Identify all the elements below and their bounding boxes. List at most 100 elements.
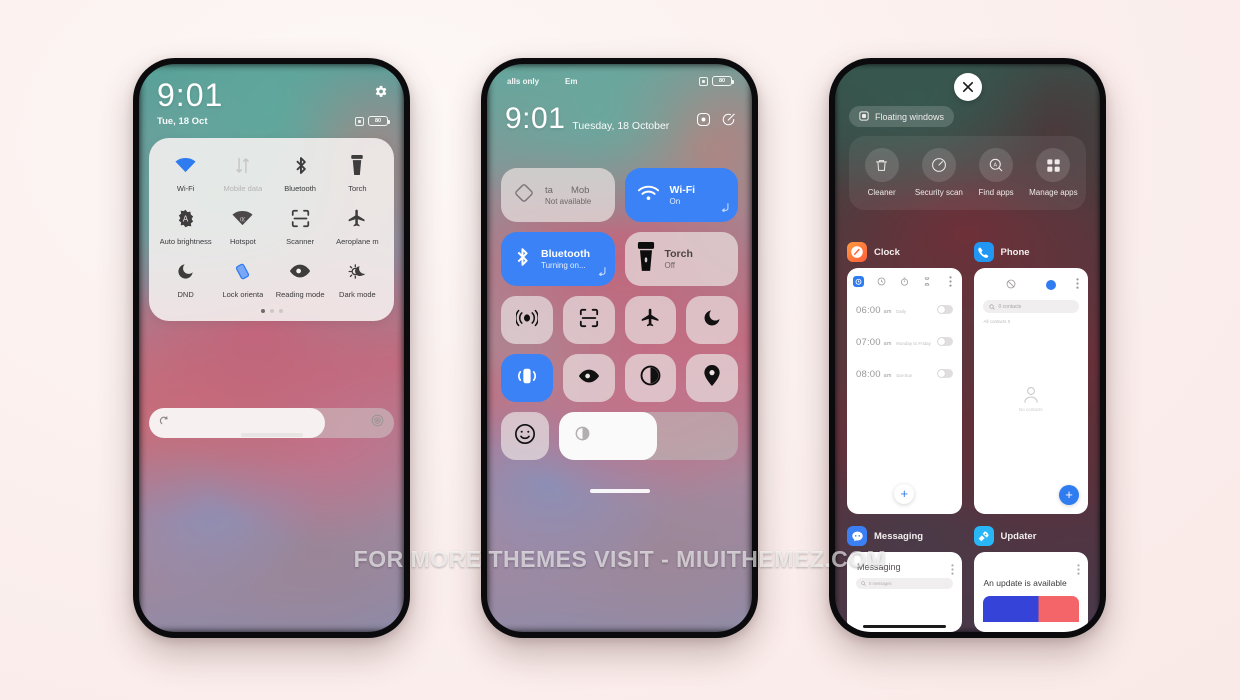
- panel-page-dots[interactable]: [157, 309, 386, 313]
- recent-card-updater[interactable]: Updater An update is available: [973, 526, 1089, 632]
- wifi-icon: [175, 152, 196, 178]
- settings-gear-icon[interactable]: [373, 84, 388, 104]
- brightness-contrast-icon: [575, 426, 590, 446]
- torch-tile[interactable]: Torch Off: [624, 232, 738, 286]
- shortcut-manage-apps[interactable]: Manage apps: [1025, 148, 1082, 198]
- toggle-dark-mode[interactable]: Dark mode: [329, 258, 386, 299]
- brightness-icon: [159, 414, 170, 432]
- sound-tile[interactable]: [501, 296, 553, 344]
- page-dot-3[interactable]: [278, 309, 283, 313]
- tab-contacts[interactable]: [1045, 280, 1056, 290]
- phone-tab-bar: [974, 268, 1089, 300]
- smiley-face-icon: [514, 423, 536, 450]
- floating-windows-chip[interactable]: Floating windows: [849, 106, 955, 127]
- recent-apps-list: Clock 06:00 am Daily 07:00 am Monday to …: [847, 242, 1088, 632]
- shortcut-security-scan[interactable]: Security scan: [910, 148, 967, 198]
- brightness-slider[interactable]: [559, 412, 738, 460]
- overflow-menu-icon[interactable]: [1077, 562, 1080, 580]
- location-tile[interactable]: [686, 354, 738, 402]
- messaging-search-input[interactable]: 0 messages: [856, 578, 953, 589]
- sound-waves-icon: [514, 309, 539, 332]
- alarm-toggle[interactable]: [936, 336, 953, 346]
- alarm-row[interactable]: 07:00 am Monday to Friday: [847, 325, 962, 357]
- tab-timer[interactable]: [922, 276, 933, 287]
- aeroplane-mode-icon: [347, 205, 367, 231]
- close-all-button[interactable]: [953, 73, 982, 101]
- wifi-tile[interactable]: Wi-Fi On: [624, 168, 738, 222]
- user-profile-icon[interactable]: [696, 112, 711, 132]
- add-contact-button[interactable]: +: [1059, 485, 1079, 505]
- toggle-label: Torch: [348, 184, 367, 193]
- mobile-data-icon: [234, 152, 251, 178]
- tile-subtitle: Off: [664, 261, 676, 270]
- aeroplane-tile[interactable]: [624, 296, 677, 344]
- alarm-toggle[interactable]: [936, 304, 953, 314]
- shortcut-find-apps[interactable]: A Find apps: [968, 148, 1025, 198]
- smiley-tile[interactable]: [501, 412, 549, 460]
- tab-alarm[interactable]: [852, 276, 864, 287]
- dark-mode-tile[interactable]: [624, 354, 677, 402]
- phone-app-icon: [973, 242, 994, 262]
- alarm-toggle[interactable]: [936, 368, 953, 378]
- app-thumbnail-messaging[interactable]: Messaging 0 messages: [847, 552, 962, 632]
- tab-stopwatch[interactable]: [899, 276, 910, 287]
- expand-arrow-icon[interactable]: [720, 199, 730, 217]
- tile-row-5: [501, 412, 738, 460]
- shortcut-cleaner[interactable]: Cleaner: [853, 148, 910, 198]
- sim-card-icon: [513, 182, 535, 209]
- lock-orientation-icon: [233, 258, 252, 284]
- recent-card-clock[interactable]: Clock 06:00 am Daily 07:00 am Monday to …: [847, 242, 962, 514]
- grid-apps-icon: [1036, 148, 1071, 182]
- app-thumbnail-phone[interactable]: 0 contacts All contacts 0 No contacts +: [973, 268, 1089, 514]
- scanner-tile[interactable]: [562, 296, 615, 344]
- recent-card-messaging[interactable]: Messaging Messaging 0 messages: [847, 526, 962, 632]
- page-dot-2[interactable]: [269, 309, 274, 313]
- tab-clock[interactable]: [876, 276, 887, 287]
- alarm-repeat: Monday to Friday: [896, 341, 931, 346]
- page-dot-1[interactable]: [260, 309, 265, 313]
- toggle-scanner[interactable]: Scanner: [272, 205, 329, 246]
- toggle-label: Hotspot: [229, 237, 256, 246]
- app-thumbnail-updater[interactable]: An update is available: [973, 552, 1088, 632]
- dnd-tile[interactable]: [686, 296, 738, 344]
- phone-mockup-3: Floating windows Cleaner Security scan A…: [829, 58, 1106, 638]
- auto-brightness-slider-icon[interactable]: [371, 414, 384, 432]
- toggle-mobile-data[interactable]: Mobile data: [214, 152, 271, 193]
- toggle-bluetooth[interactable]: Bluetooth: [272, 152, 329, 193]
- alarm-row[interactable]: 06:00 am Daily: [847, 293, 962, 325]
- app-name: Clock: [874, 246, 900, 258]
- app-thumbnail-clock[interactable]: 06:00 am Daily 07:00 am Monday to Friday: [847, 268, 962, 514]
- tile-row-2: Bluetooth Turning on... Torch Off: [501, 232, 738, 286]
- contacts-search-input[interactable]: 0 contacts: [982, 300, 1079, 313]
- bluetooth-tile[interactable]: Bluetooth Turning on...: [501, 232, 615, 286]
- recent-card-phone[interactable]: Phone 0 contacts All contacts 0 No conta…: [973, 242, 1089, 514]
- toggle-dnd[interactable]: DND: [157, 258, 214, 299]
- toggle-auto-brightness[interactable]: A Auto brightness: [157, 205, 214, 246]
- toggle-label: Mobile data: [223, 184, 263, 193]
- overflow-menu-icon[interactable]: [1076, 276, 1079, 294]
- trash-can-icon: [864, 148, 899, 182]
- toggle-reading-mode[interactable]: Reading mode: [272, 258, 329, 299]
- overflow-menu-icon[interactable]: [945, 276, 956, 287]
- hotspot-icon: (((: [232, 205, 253, 231]
- mobile-data-tile[interactable]: ta Mob Not available: [501, 168, 615, 222]
- alarm-repeat: Daily: [896, 309, 907, 314]
- svg-text:(((: (((: [240, 217, 245, 223]
- toggle-torch[interactable]: Torch: [329, 152, 386, 193]
- tab-blocked[interactable]: [1006, 276, 1016, 294]
- add-alarm-button[interactable]: +: [894, 484, 915, 504]
- toggle-hotspot[interactable]: ((( Hotspot: [214, 205, 271, 246]
- toggle-wifi[interactable]: Wi-Fi: [157, 152, 214, 193]
- toggle-aeroplane-mode[interactable]: Aeroplane m: [329, 205, 386, 246]
- overflow-menu-icon[interactable]: [950, 562, 954, 580]
- shortcut-bar: Cleaner Security scan A Find apps Manage…: [849, 136, 1086, 210]
- edit-toggles-icon[interactable]: [721, 112, 736, 132]
- alarm-time: 07:00 am: [856, 337, 892, 348]
- lock-orientation-tile[interactable]: [501, 354, 553, 402]
- bluetooth-icon: [513, 246, 531, 273]
- recent-card-caption: Updater: [973, 526, 1089, 546]
- reading-mode-tile[interactable]: [562, 354, 615, 402]
- alarm-row[interactable]: 08:00 am Sat-Sun: [847, 357, 962, 389]
- expand-arrow-icon[interactable]: [597, 263, 607, 281]
- toggle-lock-orientation[interactable]: Lock orienta: [214, 258, 271, 299]
